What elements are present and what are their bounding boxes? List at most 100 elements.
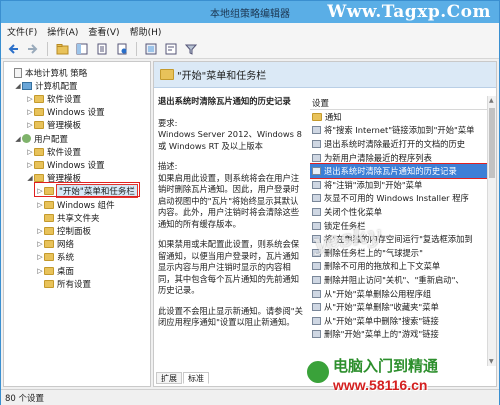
setting-label: 灰显不可用的 Windows Installer 程序 xyxy=(324,193,469,204)
tree-item[interactable]: ▷ Windows 设置 xyxy=(26,106,105,119)
setting-label: 退出系统时清除最近打开的文档的历史 xyxy=(324,138,466,149)
expand-closed-icon[interactable]: ▷ xyxy=(26,108,34,116)
refresh-button[interactable] xyxy=(114,41,130,57)
tree-item-label: 软件设置 xyxy=(47,147,82,158)
folder-icon xyxy=(34,160,44,169)
settings-folder-row[interactable]: 通知 xyxy=(310,110,496,124)
tree-item[interactable]: 本地计算机 策略 xyxy=(6,66,87,79)
tree-view-icon xyxy=(76,43,88,54)
description-label: 描述: xyxy=(158,161,178,171)
setting-row[interactable]: 删除"开始"菜单上的"游戏"链接 xyxy=(310,328,496,342)
properties-button[interactable] xyxy=(163,41,179,57)
expand-closed-icon[interactable]: ▷ xyxy=(36,253,44,261)
tree-item-label: 管理模板 xyxy=(47,121,82,132)
vertical-scrollbar[interactable]: ▲ ▼ xyxy=(487,96,496,366)
settings-column-header[interactable]: 设置 xyxy=(310,96,496,110)
tree-item-label: 桌面 xyxy=(57,266,75,277)
tree-item[interactable]: ▷ Windows 设置 xyxy=(26,158,105,171)
expand-open-icon[interactable]: ◢ xyxy=(26,174,34,182)
setting-row[interactable]: 将"注销"添加到"开始"菜单 xyxy=(310,178,496,192)
tree-item[interactable]: ◢ 计算机配置 xyxy=(14,79,78,92)
list-icon xyxy=(97,43,107,54)
expand-closed-icon[interactable]: ▷ xyxy=(26,148,34,156)
folder-icon xyxy=(44,253,54,262)
setting-icon xyxy=(312,167,321,176)
show-tree-button[interactable] xyxy=(74,41,90,57)
setting-icon xyxy=(312,139,321,148)
watermark-line-2: www.58116.cn xyxy=(333,377,428,393)
setting-row[interactable]: 灰显不可用的 Windows Installer 程序 xyxy=(310,192,496,206)
setting-row[interactable]: 删除并阻止访问"关机"、"重新启动"、 xyxy=(310,273,496,287)
tree-item[interactable]: ◢ 用户配置 xyxy=(14,132,68,145)
tree-item-label: 所有设置 xyxy=(57,279,92,290)
toolbar xyxy=(1,39,499,59)
setting-row[interactable]: 关闭个性化菜单 xyxy=(310,205,496,219)
setting-icon xyxy=(312,275,321,284)
selection-highlight-box xyxy=(34,182,140,197)
requirements-label: 要求: xyxy=(158,117,178,128)
tree-item[interactable]: ▷ 桌面 xyxy=(36,264,74,277)
expand-closed-icon[interactable]: ▷ xyxy=(26,121,34,129)
navigation-tree[interactable]: 本地计算机 策略 ◢ 计算机配置 ▷ 软件设置 ▷ Windows 设置 ▷ 管理模板 ◢ 用户配置… xyxy=(3,61,151,387)
setting-row[interactable]: 删除不可用的拖放和上下文菜单 xyxy=(310,260,496,274)
folder-icon xyxy=(34,108,44,117)
tree-item[interactable]: ▷ 系统 xyxy=(36,251,74,264)
forward-button[interactable] xyxy=(25,41,41,57)
properties-icon xyxy=(165,43,177,54)
tab-extended[interactable]: 扩展 xyxy=(156,372,182,384)
description-panel: 退出系统时清除瓦片通知的历史记录 要求: Windows Server 2012… xyxy=(158,96,306,372)
folder-icon xyxy=(44,213,54,222)
tree-item[interactable]: ▷ 管理模板 xyxy=(26,119,81,132)
tree-item-label: 本地计算机 策略 xyxy=(25,68,88,79)
tree-item[interactable]: ▷ 网络 xyxy=(36,238,74,251)
setting-row[interactable]: 退出系统时清除瓦片通知的历史记录 xyxy=(310,163,496,179)
setting-label: 从"开始"菜单删除公用程序组 xyxy=(324,288,432,299)
up-folder-button[interactable] xyxy=(54,41,70,57)
help-button[interactable] xyxy=(143,41,159,57)
tree-item[interactable]: ▷ 软件设置 xyxy=(26,145,81,158)
tree-item[interactable]: ▷ Windows 组件 xyxy=(36,198,115,211)
menu-action[interactable]: 操作(A) xyxy=(47,25,78,38)
menu-view[interactable]: 查看(V) xyxy=(88,25,119,38)
user-icon xyxy=(22,134,31,143)
folder-up-icon xyxy=(56,43,68,54)
setting-icon xyxy=(312,289,321,298)
description-paragraph-1: 如果启用此设置，则系统将会在用户注销时删除瓦片通知。因此，用户登录时启动视图中的… xyxy=(158,172,300,229)
setting-row[interactable]: 将"搜索 Internet"链接添加到"开始"菜单 xyxy=(310,124,496,138)
expand-open-icon[interactable]: ◢ xyxy=(14,135,22,143)
tree-item-label: 系统 xyxy=(57,253,75,264)
filter-button[interactable] xyxy=(183,41,199,57)
export-list-button[interactable] xyxy=(94,41,110,57)
tree-item[interactable]: ▷ 软件设置 xyxy=(26,92,81,105)
tree-item[interactable]: ▷ 控制面板 xyxy=(36,224,91,237)
setting-row[interactable]: 从"开始"菜单中删除"搜索"链接 xyxy=(310,314,496,328)
setting-label: 将"搜索 Internet"链接添加到"开始"菜单 xyxy=(324,125,475,136)
folder-icon xyxy=(34,174,44,183)
scroll-up-icon[interactable]: ▲ xyxy=(489,97,494,104)
folder-icon xyxy=(44,266,54,275)
expand-closed-icon[interactable]: ▷ xyxy=(36,201,44,209)
expand-closed-icon[interactable]: ▷ xyxy=(36,240,44,248)
tree-item-label: Windows 设置 xyxy=(47,160,105,171)
tree-item[interactable]: 所有设置 xyxy=(36,277,91,290)
menu-help[interactable]: 帮助(H) xyxy=(130,25,162,38)
setting-label: 关闭个性化菜单 xyxy=(324,206,383,217)
back-button[interactable] xyxy=(5,41,21,57)
expand-closed-icon[interactable]: ▷ xyxy=(36,227,44,235)
menu-file[interactable]: 文件(F) xyxy=(7,25,37,38)
setting-row[interactable]: 从"开始"菜单删除公用程序组 xyxy=(310,287,496,301)
expand-open-icon[interactable]: ◢ xyxy=(14,82,22,90)
setting-row[interactable]: 退出系统时清除最近打开的文档的历史 xyxy=(310,137,496,151)
tree-item-label: 控制面板 xyxy=(57,226,92,237)
scroll-thumb[interactable] xyxy=(489,108,495,178)
expand-closed-icon[interactable]: ▷ xyxy=(26,95,34,103)
setting-row[interactable]: 为新用户清除最近的程序列表 xyxy=(310,151,496,165)
description-paragraph-2: 如果禁用或未配置此设置，则系统会保留通知，以便当用户登录时，瓦片通知显示内容与用… xyxy=(158,239,300,295)
tab-standard[interactable]: 标准 xyxy=(183,372,209,384)
expand-closed-icon[interactable]: ▷ xyxy=(26,161,34,169)
tree-item[interactable]: 共享文件夹 xyxy=(36,211,100,224)
expand-closed-icon[interactable]: ▷ xyxy=(36,267,44,275)
setting-label: 删除"开始"菜单上的"游戏"链接 xyxy=(324,329,439,340)
setting-row[interactable]: 从"开始"菜单删除"收藏夹"菜单 xyxy=(310,300,496,314)
computer-icon xyxy=(22,81,32,90)
